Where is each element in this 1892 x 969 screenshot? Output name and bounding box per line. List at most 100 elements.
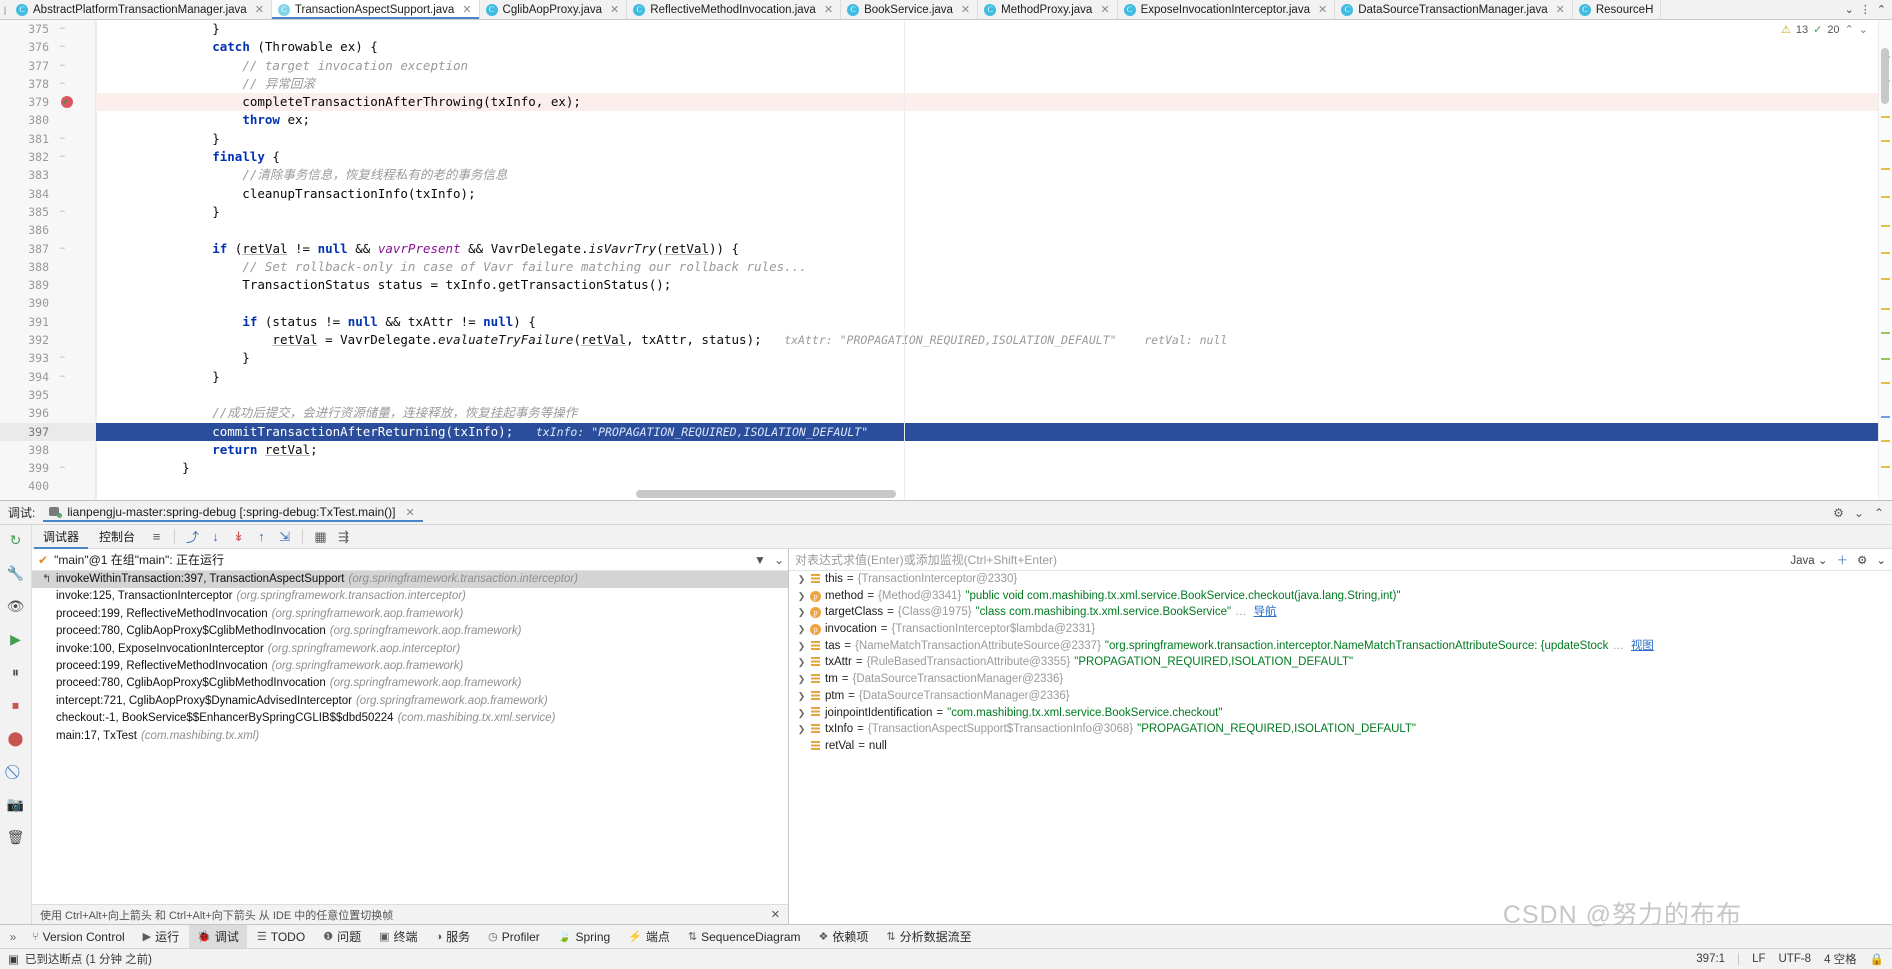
gutter-line-385[interactable]: 385− bbox=[0, 203, 95, 221]
editor-marker-column[interactable] bbox=[1878, 20, 1892, 500]
thread-selector[interactable]: ✔ "main"@1 在组"main": 正在运行 ▼ ⌄ bbox=[32, 549, 788, 571]
variables-tree[interactable]: ❯ this = {TransactionInterceptor@2330} ❯ p… bbox=[789, 571, 1892, 924]
variable-row[interactable]: ❯ p invocation = {TransactionInterceptor$l… bbox=[789, 621, 1892, 638]
gutter-line-386[interactable]: 386 bbox=[0, 221, 95, 239]
gutter-line-396[interactable]: 396 bbox=[0, 404, 95, 422]
fold-icon[interactable]: − bbox=[58, 464, 67, 473]
filter-icon[interactable]: ▼ bbox=[754, 553, 766, 567]
stack-frame[interactable]: checkout:-1, BookService$$EnhancerBySpri… bbox=[32, 710, 788, 727]
gutter-line-379[interactable]: 379 bbox=[0, 93, 95, 111]
stack-frame[interactable]: ↰ invokeWithinTransaction:397, Transactio… bbox=[32, 571, 788, 589]
variable-row[interactable]: ❯ p method = {Method@3341} "public void co… bbox=[789, 588, 1892, 605]
chevron-down-icon-editor[interactable]: ⌄ bbox=[1859, 23, 1868, 36]
force-step-into-icon[interactable]: ↡ bbox=[228, 527, 249, 547]
fold-icon[interactable]: − bbox=[58, 372, 67, 382]
editor-tab-4[interactable]: C BookService.java ✕ bbox=[841, 0, 979, 19]
tab-scroll-icon[interactable]: ⌃ bbox=[1877, 3, 1886, 16]
expand-chevron-icon[interactable]: ❯ bbox=[797, 604, 806, 621]
gutter-line-390[interactable]: 390 bbox=[0, 294, 95, 312]
rerun-icon[interactable]: ↻ bbox=[6, 530, 26, 550]
code-line-377[interactable]: // target invocation exception bbox=[96, 57, 1892, 75]
indent-setting[interactable]: 4 空格 bbox=[1824, 951, 1857, 967]
variable-row[interactable]: ❯ this = {TransactionInterceptor@2330} bbox=[789, 571, 1892, 588]
tool-window-分析数据流至[interactable]: ⇅ 分析数据流至 bbox=[878, 925, 979, 948]
code-line-392[interactable]: retVal = VavrDelegate.evaluateTryFailure… bbox=[96, 331, 1892, 349]
code-content-area[interactable]: } catch (Throwable ex) { // target invoc… bbox=[96, 20, 1892, 500]
camera-icon[interactable]: 📷 bbox=[6, 794, 26, 814]
gutter-line-376[interactable]: 376− bbox=[0, 38, 95, 56]
wrench-icon[interactable]: 🔧 bbox=[6, 563, 26, 583]
layout-settings-icon[interactable]: ⇶ bbox=[333, 527, 354, 547]
show-execution-point-icon[interactable]: ≡ bbox=[146, 527, 167, 547]
close-hint-icon[interactable]: ✕ bbox=[771, 908, 780, 921]
code-line-388[interactable]: // Set rollback-only in case of Vavr fai… bbox=[96, 258, 1892, 276]
code-line-387[interactable]: if (retVal != null && vavrPresent && Vav… bbox=[96, 240, 1892, 258]
gutter-line-378[interactable]: 378− bbox=[0, 75, 95, 93]
stack-frame[interactable]: invoke:125, TransactionInterceptor (org.s… bbox=[32, 588, 788, 605]
expand-chevron-icon[interactable]: ❯ bbox=[797, 705, 806, 722]
gutter-line-383[interactable]: 383 bbox=[0, 166, 95, 184]
gutter-line-400[interactable]: 400 bbox=[0, 477, 95, 495]
fold-icon[interactable]: − bbox=[58, 354, 67, 363]
editor-inspection-summary[interactable]: ⚠ 13 ✓ 20 ⌃ ⌄ bbox=[1781, 23, 1868, 37]
close-tab-icon[interactable]: ✕ bbox=[462, 3, 471, 16]
step-over-icon[interactable]: ⤴ bbox=[182, 527, 203, 547]
fold-icon[interactable]: − bbox=[58, 79, 67, 89]
fold-icon[interactable]: − bbox=[58, 134, 67, 144]
code-line-397[interactable]: commitTransactionAfterReturning(txInfo);… bbox=[96, 422, 1892, 441]
gutter-line-394[interactable]: 394− bbox=[0, 368, 95, 386]
close-tab-icon[interactable]: ✕ bbox=[610, 3, 619, 16]
code-line-400[interactable] bbox=[96, 477, 1892, 495]
code-line-381[interactable]: } bbox=[96, 130, 1892, 148]
line-separator[interactable]: LF bbox=[1752, 953, 1765, 965]
expand-chevron-icon[interactable]: ❯ bbox=[797, 671, 806, 688]
code-line-376[interactable]: catch (Throwable ex) { bbox=[96, 38, 1892, 56]
navigate-link[interactable]: 导航 bbox=[1254, 604, 1277, 621]
chevron-down-icon[interactable]: ⌄ bbox=[1845, 3, 1854, 16]
step-into-icon[interactable]: ↓ bbox=[205, 527, 226, 547]
editor-horizontal-scrollbar[interactable] bbox=[636, 490, 896, 498]
tabs-overflow-left-icon[interactable]: | bbox=[0, 0, 10, 19]
tool-window-TODO[interactable]: ☰ TODO bbox=[249, 927, 313, 947]
toggle-tool-windows-icon[interactable]: » bbox=[4, 930, 22, 944]
code-line-385[interactable]: } bbox=[96, 203, 1892, 221]
close-tab-icon[interactable]: ✕ bbox=[1556, 3, 1565, 16]
stop-icon[interactable]: ⏹ bbox=[6, 695, 26, 715]
code-line-394[interactable]: } bbox=[96, 368, 1892, 386]
variable-row[interactable]: ❯ tas = {NameMatchTransactionAttributeSou… bbox=[789, 638, 1892, 655]
language-selector[interactable]: Java ⌄ bbox=[1790, 553, 1827, 567]
editor-tab-1[interactable]: C TransactionAspectSupport.java ✕ bbox=[271, 0, 480, 19]
gutter-line-391[interactable]: 391 bbox=[0, 313, 95, 331]
code-editor[interactable]: 375−376−377−378−379380381−382−383384385−… bbox=[0, 20, 1892, 500]
watch-placeholder[interactable]: 对表达式求值(Enter)或添加监视(Ctrl+Shift+Enter) bbox=[795, 551, 1057, 568]
tool-window-SequenceDiagram[interactable]: ⇅ SequenceDiagram bbox=[680, 927, 809, 947]
close-tab-icon[interactable]: ✕ bbox=[255, 3, 264, 16]
tool-window-服务[interactable]: ◑ 服务 bbox=[428, 925, 479, 948]
more-options-icon[interactable]: ⋮ bbox=[1860, 3, 1871, 16]
editor-tab-6[interactable]: C ExposeInvocationInterceptor.java ✕ bbox=[1118, 0, 1336, 19]
editor-gutter[interactable]: 375−376−377−378−379380381−382−383384385−… bbox=[0, 20, 96, 500]
expand-chevron-icon[interactable]: ❯ bbox=[797, 721, 806, 738]
editor-tab-3[interactable]: C ReflectiveMethodInvocation.java ✕ bbox=[627, 0, 842, 19]
stack-frame[interactable]: proceed:199, ReflectiveMethodInvocation(… bbox=[32, 606, 788, 623]
code-line-395[interactable] bbox=[96, 386, 1892, 404]
tool-window-Profiler[interactable]: ◷ Profiler bbox=[480, 927, 548, 947]
code-line-399[interactable]: } bbox=[96, 459, 1892, 477]
expand-chevron-icon[interactable]: ❯ bbox=[797, 688, 806, 705]
fold-icon[interactable]: − bbox=[58, 25, 67, 34]
code-line-378[interactable]: // 异常回滚 bbox=[96, 75, 1892, 93]
trash-icon[interactable]: 🗑 bbox=[6, 827, 26, 847]
mute-breakpoints-icon[interactable]: 👁 bbox=[6, 596, 26, 616]
navigate-link[interactable]: 视图 bbox=[1631, 638, 1654, 655]
gutter-line-398[interactable]: 398 bbox=[0, 441, 95, 459]
gutter-line-395[interactable]: 395 bbox=[0, 386, 95, 404]
lock-icon[interactable]: 🔒 bbox=[1870, 952, 1884, 966]
step-out-icon[interactable]: ↑ bbox=[251, 527, 272, 547]
code-line-389[interactable]: TransactionStatus status = txInfo.getTra… bbox=[96, 276, 1892, 294]
fold-icon[interactable]: − bbox=[58, 244, 67, 254]
gutter-line-392[interactable]: 392 bbox=[0, 331, 95, 349]
gear-icon[interactable]: ⚙ bbox=[1833, 506, 1844, 520]
stack-frame[interactable]: main:17, TxTest (com.mashibing.tx.xml) bbox=[32, 728, 788, 745]
gutter-line-382[interactable]: 382− bbox=[0, 148, 95, 166]
editor-vertical-scrollbar[interactable] bbox=[1881, 48, 1889, 104]
